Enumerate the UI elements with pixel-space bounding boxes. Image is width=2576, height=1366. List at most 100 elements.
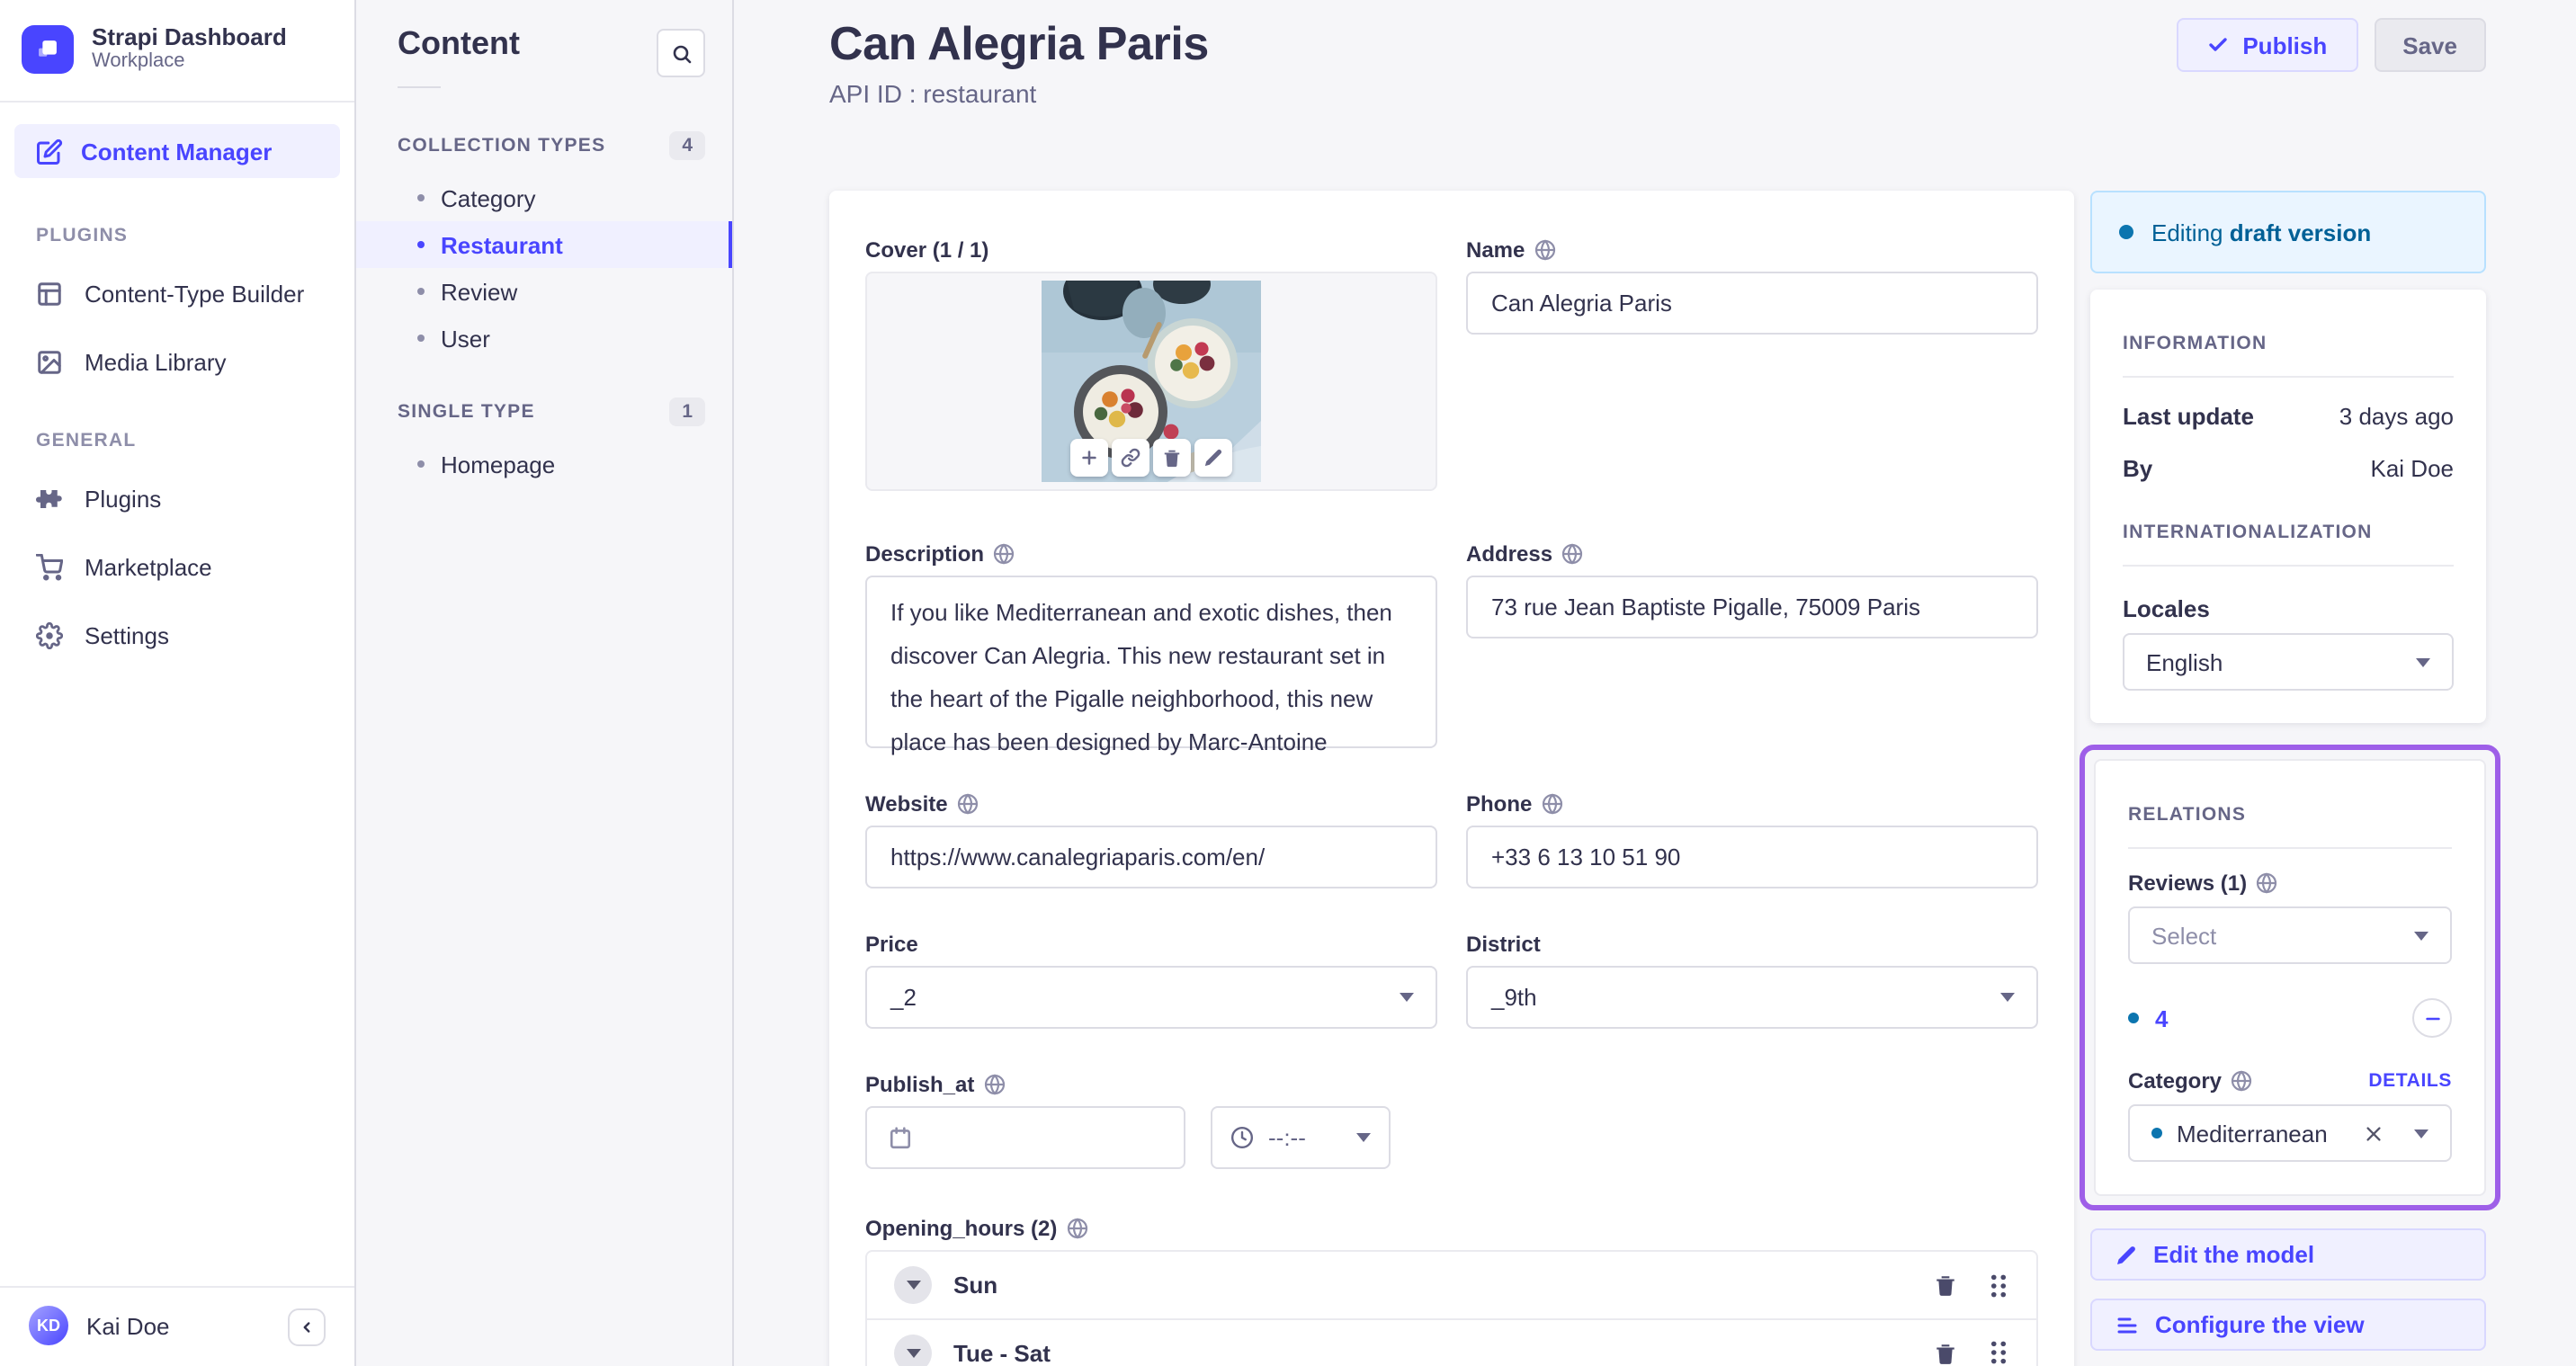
brand-text: Strapi Dashboard Workplace: [92, 23, 287, 74]
section-label-general: GENERAL: [36, 430, 137, 451]
minus-icon: [2425, 1016, 2439, 1020]
address-label: Address: [1466, 541, 2038, 567]
globe-icon: [1534, 239, 1555, 261]
locale-select[interactable]: English: [2123, 633, 2454, 691]
opening-hours-row-sun[interactable]: Sun: [867, 1252, 2036, 1318]
trash-icon[interactable]: [1934, 1341, 1957, 1364]
globe-icon: [1541, 793, 1562, 815]
publish-at-inputs: --:--: [865, 1106, 1437, 1169]
collapse-sidebar-button[interactable]: [288, 1308, 326, 1346]
search-button[interactable]: [657, 29, 705, 77]
divider: [2123, 565, 2454, 567]
entry-header: Can Alegria Paris API ID : restaurant Pu…: [829, 0, 2486, 108]
sidebar-item-plugins[interactable]: Plugins: [0, 477, 354, 520]
group-label: SINGLE TYPE: [398, 401, 535, 423]
copy-link-button[interactable]: [1112, 439, 1149, 477]
sidebar-item-media-library[interactable]: Media Library: [0, 340, 354, 383]
edit-media-button[interactable]: [1194, 439, 1232, 477]
sidebar-item-label: Settings: [85, 621, 169, 648]
phone-input[interactable]: +33 6 13 10 51 90: [1466, 826, 2038, 888]
cover-field: Cover (1 / 1): [865, 237, 1437, 491]
edit-model-button[interactable]: Edit the model: [2090, 1228, 2486, 1281]
sidebar-item-settings[interactable]: Settings: [0, 613, 354, 656]
globe-icon: [993, 543, 1015, 565]
address-input[interactable]: 73 rue Jean Baptiste Pigalle, 75009 Pari…: [1466, 576, 2038, 638]
delete-media-button[interactable]: [1153, 439, 1191, 477]
subnav-item-homepage[interactable]: Homepage: [356, 441, 732, 487]
form-row-2: Description If you like Mediterranean an…: [865, 541, 2038, 755]
opening-hours-row-tue-sat[interactable]: Tue - Sat: [867, 1318, 2036, 1366]
trash-icon[interactable]: [1934, 1273, 1957, 1297]
description-textarea[interactable]: If you like Mediterranean and exotic dis…: [865, 576, 1437, 755]
bullet-icon: [417, 460, 425, 468]
calendar-icon: [890, 1127, 911, 1149]
clear-category-button[interactable]: [2364, 1123, 2384, 1143]
content-subnav: Content COLLECTION TYPES 4 Category Rest…: [356, 0, 734, 1366]
cover-media[interactable]: [865, 272, 1437, 491]
website-input[interactable]: https://www.canalegriaparis.com/en/: [865, 826, 1437, 888]
trash-icon: [1164, 450, 1180, 468]
website-field: Website https://www.canalegriaparis.com/…: [865, 791, 1437, 888]
save-button[interactable]: Save: [2374, 18, 2486, 72]
divider: [398, 86, 441, 88]
info-row-by: By Kai Doe: [2123, 455, 2454, 482]
row-actions: [1934, 1340, 2009, 1365]
subnav-item-review[interactable]: Review: [356, 268, 732, 315]
drag-handle-icon[interactable]: [1988, 1340, 2009, 1365]
subnav-item-user[interactable]: User: [356, 315, 732, 362]
info-row-last-update: Last update 3 days ago: [2123, 403, 2454, 430]
configure-view-button[interactable]: Configure the view: [2090, 1299, 2486, 1351]
website-label: Website: [865, 791, 1437, 817]
subnav-item-restaurant[interactable]: Restaurant: [356, 221, 732, 268]
chevron-down-icon: [2414, 931, 2428, 940]
form-row-4: Price _2 District _9th: [865, 932, 2038, 1029]
remove-relation-button[interactable]: [2412, 998, 2452, 1038]
accordion-toggle-button[interactable]: [894, 1334, 932, 1366]
globe-icon: [1561, 543, 1583, 565]
accordion-toggle-button[interactable]: [894, 1266, 932, 1304]
bullet-icon: [417, 288, 425, 295]
drag-handle-icon[interactable]: [1988, 1272, 2009, 1298]
page-title: Can Alegria Paris: [829, 16, 1209, 70]
review-relation-item[interactable]: 4: [2128, 996, 2452, 1040]
status-dot-icon: [2128, 1013, 2139, 1023]
information-title: INFORMATION: [2123, 333, 2267, 354]
details-link[interactable]: DETAILS: [2368, 1070, 2452, 1092]
group-single-type: SINGLE TYPE 1: [398, 397, 705, 426]
category-select[interactable]: Mediterranean: [2128, 1104, 2452, 1162]
time-input[interactable]: --:--: [1211, 1106, 1391, 1169]
count-badge: 4: [669, 131, 705, 160]
main-sidebar: Strapi Dashboard Workplace Content Manag…: [0, 0, 356, 1366]
district-label: District: [1466, 932, 1541, 957]
strapi-logo-icon: [22, 24, 74, 73]
sidebar-item-content-manager[interactable]: Content Manager: [14, 124, 340, 178]
cover-label: Cover (1 / 1): [865, 237, 989, 263]
add-media-button[interactable]: [1070, 439, 1108, 477]
sidebar-item-label: Media Library: [85, 348, 227, 375]
avatar: KD: [29, 1306, 68, 1345]
brand[interactable]: Strapi Dashboard Workplace: [0, 0, 354, 95]
date-input[interactable]: [865, 1106, 1185, 1169]
district-select[interactable]: _9th: [1466, 966, 2038, 1029]
chevron-down-icon: [906, 1348, 920, 1357]
chevron-down-icon: [2416, 657, 2430, 666]
sidebar-item-content-type-builder[interactable]: Content-Type Builder: [0, 272, 354, 315]
subnav-item-label: Review: [441, 278, 518, 305]
user-menu[interactable]: KD Kai Doe: [0, 1288, 354, 1366]
reviews-select[interactable]: Select: [2128, 906, 2452, 964]
divider: [2128, 847, 2452, 849]
price-select[interactable]: _2: [865, 966, 1437, 1029]
category-label-row: Category DETAILS: [2128, 1068, 2452, 1094]
name-input[interactable]: Can Alegria Paris: [1466, 272, 2038, 335]
publish-button[interactable]: Publish: [2176, 18, 2358, 72]
subnav-item-category[interactable]: Category: [356, 174, 732, 221]
address-field: Address 73 rue Jean Baptiste Pigalle, 75…: [1466, 541, 2038, 748]
sidebar-item-marketplace[interactable]: Marketplace: [0, 545, 354, 588]
phone-label: Phone: [1466, 791, 2038, 817]
publish-at-label: Publish_at: [865, 1072, 1437, 1097]
user-name: Kai Doe: [86, 1312, 170, 1339]
plus-icon: [1082, 451, 1096, 465]
entry-side-panel: Editing draft version INFORMATION Last u…: [2080, 191, 2500, 1366]
time-placeholder: --:--: [1268, 1124, 1306, 1151]
relation-link[interactable]: 4: [2155, 1004, 2168, 1031]
